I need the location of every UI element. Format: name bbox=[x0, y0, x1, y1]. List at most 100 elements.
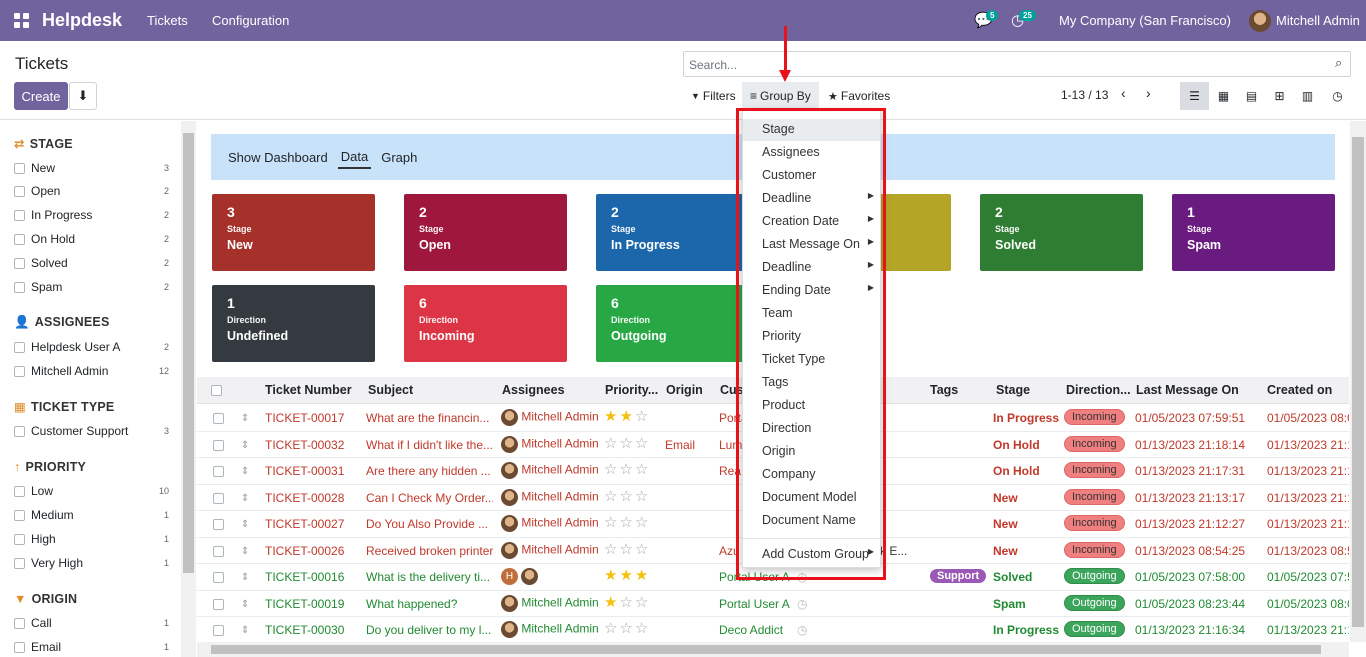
drag-handle-icon[interactable]: ⇕ bbox=[241, 519, 249, 530]
group-by-option[interactable]: Origin bbox=[743, 441, 880, 463]
filter-origin-email[interactable]: Email 1 bbox=[14, 640, 169, 654]
priority-stars-icon[interactable]: ☆☆☆ bbox=[604, 540, 650, 558]
graph-view-icon[interactable]: ▥ bbox=[1293, 82, 1322, 110]
col-subject[interactable]: Subject bbox=[368, 383, 413, 397]
create-button[interactable]: Create bbox=[14, 82, 68, 110]
priority-stars-icon[interactable]: ☆☆☆ bbox=[604, 434, 650, 452]
row-checkbox[interactable] bbox=[213, 492, 230, 507]
filter-stage-on-hold[interactable]: On Hold 2 bbox=[14, 232, 169, 246]
user-avatar[interactable] bbox=[1249, 10, 1271, 32]
filter-stage-solved[interactable]: Solved 2 bbox=[14, 256, 169, 270]
show-dashboard-toggle[interactable]: Show Dashboard bbox=[228, 150, 328, 165]
menu-tickets[interactable]: Tickets bbox=[147, 13, 188, 28]
priority-stars-icon[interactable]: ☆☆☆ bbox=[604, 513, 650, 531]
col-ticket-number[interactable]: Ticket Number bbox=[265, 383, 352, 397]
pager-value[interactable]: 1-13 / 13 bbox=[1061, 88, 1108, 102]
priority-stars-icon[interactable]: ★★☆ bbox=[604, 407, 650, 425]
group-by-option[interactable]: Document Model bbox=[743, 487, 880, 509]
download-button[interactable]: ⬇ bbox=[69, 82, 97, 110]
filter-stage-new[interactable]: New 3 bbox=[14, 161, 169, 175]
drag-handle-icon[interactable]: ⇕ bbox=[241, 440, 249, 451]
priority-stars-icon[interactable]: ☆☆☆ bbox=[604, 460, 650, 478]
filter-stage-spam[interactable]: Spam 2 bbox=[14, 280, 169, 294]
app-brand[interactable]: Helpdesk bbox=[42, 10, 122, 31]
priority-stars-icon[interactable]: ★★★ bbox=[604, 566, 650, 584]
filter-priority-high[interactable]: High 1 bbox=[14, 532, 169, 546]
row-checkbox[interactable] bbox=[213, 439, 230, 454]
select-all-checkbox[interactable] bbox=[211, 385, 228, 399]
table-row[interactable]: ⇕ TICKET-00030 Do you deliver to my l... M… bbox=[197, 617, 1349, 642]
row-checkbox[interactable] bbox=[213, 598, 230, 613]
calendar-view-icon[interactable]: ▤ bbox=[1237, 82, 1266, 110]
group-by-option[interactable]: Direction bbox=[743, 418, 880, 440]
filters-button[interactable]: ▼ Filters bbox=[683, 82, 744, 110]
drag-handle-icon[interactable]: ⇕ bbox=[241, 493, 249, 504]
group-by-button[interactable]: ≡ Group By bbox=[742, 82, 819, 110]
filter-priority-low[interactable]: Low 10 bbox=[14, 484, 169, 498]
user-menu[interactable]: Mitchell Admin bbox=[1276, 13, 1360, 28]
stat-card[interactable]: 1 Stage Spam bbox=[1172, 194, 1335, 271]
favorites-button[interactable]: ★ Favorites bbox=[820, 82, 898, 110]
drag-handle-icon[interactable]: ⇕ bbox=[241, 546, 249, 557]
filter-priority-medium[interactable]: Medium 1 bbox=[14, 508, 169, 522]
apps-menu-icon[interactable] bbox=[14, 13, 29, 28]
pager-prev-icon[interactable]: ‹ bbox=[1121, 85, 1126, 101]
group-by-option[interactable]: Ticket Type bbox=[743, 349, 880, 371]
stat-card[interactable]: 2 Stage In Progress bbox=[596, 194, 759, 271]
group-by-option[interactable]: Customer bbox=[743, 165, 880, 187]
filter-stage-in-progress[interactable]: In Progress 2 bbox=[14, 208, 169, 222]
group-by-option[interactable]: Stage bbox=[743, 119, 880, 141]
col-tags[interactable]: Tags bbox=[930, 383, 958, 397]
tab-data[interactable]: Data bbox=[337, 146, 372, 169]
drag-handle-icon[interactable]: ⇕ bbox=[241, 413, 249, 424]
stat-card[interactable]: 1 Direction Undefined bbox=[212, 285, 375, 362]
stat-card[interactable]: 2 Stage Solved bbox=[980, 194, 1143, 271]
group-by-option[interactable]: Tags bbox=[743, 372, 880, 394]
group-by-option[interactable]: Ending Date ▶ bbox=[743, 280, 880, 302]
row-checkbox[interactable] bbox=[213, 466, 230, 480]
col-priority[interactable]: Priority... bbox=[605, 383, 661, 397]
group-by-option[interactable]: Document Name bbox=[743, 510, 880, 532]
add-custom-group[interactable]: Add Custom Group ▶ bbox=[743, 544, 880, 566]
drag-handle-icon[interactable]: ⇕ bbox=[241, 466, 249, 477]
group-by-option[interactable]: Priority bbox=[743, 326, 880, 348]
stat-card[interactable]: 3 Stage New bbox=[212, 194, 375, 271]
priority-stars-icon[interactable]: ☆☆☆ bbox=[604, 619, 650, 637]
table-row[interactable]: ⇕ TICKET-00019 What happened? Mitchell Adm… bbox=[197, 591, 1349, 617]
sidebar-scrollbar[interactable] bbox=[181, 121, 196, 657]
main-horizontal-scrollbar[interactable] bbox=[197, 642, 1349, 657]
col-customer[interactable]: Cus bbox=[720, 383, 744, 397]
priority-stars-icon[interactable]: ★☆☆ bbox=[604, 593, 650, 611]
search-icon[interactable]: ⌕ bbox=[1335, 55, 1362, 71]
group-by-option[interactable]: Product bbox=[743, 395, 880, 417]
col-stage[interactable]: Stage bbox=[996, 383, 1030, 397]
drag-handle-icon[interactable]: ⇕ bbox=[241, 625, 249, 636]
filter-ticket-type-customer-support[interactable]: Customer Support 3 bbox=[14, 424, 169, 438]
menu-configuration[interactable]: Configuration bbox=[212, 13, 289, 28]
filter-stage-open[interactable]: Open 2 bbox=[14, 184, 169, 198]
group-by-option[interactable]: Last Message On ▶ bbox=[743, 234, 880, 256]
col-origin[interactable]: Origin bbox=[666, 383, 703, 397]
main-vertical-scrollbar[interactable] bbox=[1350, 121, 1366, 642]
group-by-option[interactable]: Team bbox=[743, 303, 880, 325]
group-by-option[interactable]: Deadline ▶ bbox=[743, 188, 880, 210]
row-checkbox[interactable] bbox=[213, 572, 230, 586]
row-checkbox[interactable] bbox=[213, 519, 230, 533]
pager-next-icon[interactable]: › bbox=[1146, 85, 1151, 101]
group-by-option[interactable]: Creation Date ▶ bbox=[743, 211, 880, 233]
drag-handle-icon[interactable]: ⇕ bbox=[241, 572, 249, 583]
filter-assignee-helpdesk-user-a[interactable]: Helpdesk User A2 bbox=[14, 340, 169, 354]
activity-view-icon[interactable]: ◷ bbox=[1323, 82, 1352, 110]
filter-priority-very-high[interactable]: Very High 1 bbox=[14, 556, 169, 570]
priority-stars-icon[interactable]: ☆☆☆ bbox=[604, 487, 650, 505]
col-assignees[interactable]: Assignees bbox=[502, 383, 565, 397]
list-view-icon[interactable]: ☰ bbox=[1180, 82, 1209, 110]
filter-origin-call[interactable]: Call 1 bbox=[14, 616, 169, 630]
stat-card[interactable]: 6 Direction Incoming bbox=[404, 285, 567, 362]
stat-card[interactable]: 6 Direction Outgoing bbox=[596, 285, 759, 362]
row-checkbox[interactable] bbox=[213, 413, 230, 427]
tab-graph[interactable]: Graph bbox=[381, 150, 417, 165]
group-by-option[interactable]: Deadline ▶ bbox=[743, 257, 880, 279]
pivot-view-icon[interactable]: ⊞ bbox=[1265, 82, 1294, 110]
company-switcher[interactable]: My Company (San Francisco) bbox=[1059, 13, 1231, 28]
